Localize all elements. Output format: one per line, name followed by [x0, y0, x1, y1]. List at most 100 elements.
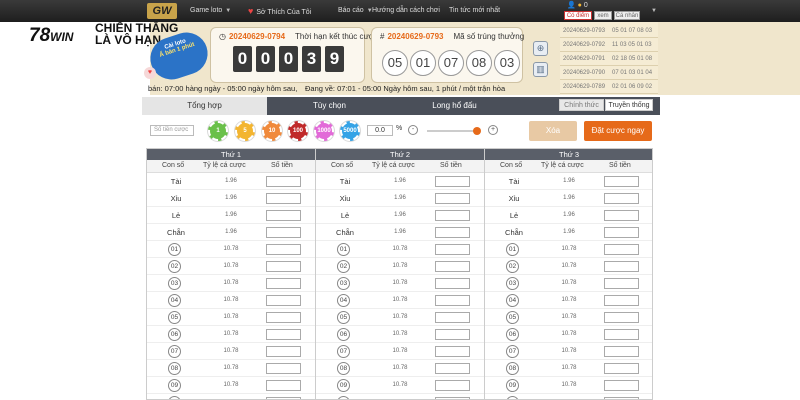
bet-amount-field[interactable] [266, 261, 301, 272]
bet-amount-field[interactable] [435, 227, 470, 238]
number-ball[interactable]: 05 [168, 311, 181, 324]
number-ball[interactable]: 05 [337, 311, 350, 324]
bet-amount-field[interactable] [435, 312, 470, 323]
number-ball[interactable]: 07 [506, 345, 519, 358]
bet-amount-field[interactable] [604, 261, 639, 272]
number-ball[interactable]: 06 [337, 328, 350, 341]
bet-amount-field[interactable] [266, 312, 301, 323]
bet-amount-field[interactable] [604, 312, 639, 323]
number-ball[interactable]: 01 [168, 243, 181, 256]
app-logo[interactable]: GW [147, 3, 177, 19]
bet-amount-field[interactable] [604, 244, 639, 255]
rebate-percent-input[interactable]: 0.0 [367, 125, 393, 136]
number-ball[interactable]: 09 [168, 379, 181, 392]
bet-amount-field[interactable] [435, 210, 470, 221]
number-ball[interactable]: 10 [168, 396, 181, 399]
nav-news[interactable]: Tin tức mới nhất [449, 0, 500, 22]
mode-personal-button[interactable]: Cá nhân [614, 11, 640, 20]
bet-amount-field[interactable] [435, 380, 470, 391]
bet-amount-field[interactable] [435, 193, 470, 204]
number-ball[interactable]: 02 [506, 260, 519, 273]
bet-amount-field[interactable] [604, 380, 639, 391]
place-bet-button[interactable]: Đặt cược ngay [584, 121, 652, 141]
bet-amount-field[interactable] [266, 244, 301, 255]
bet-option-label[interactable]: Xỉu [165, 190, 187, 207]
bet-option-label[interactable]: Tài [503, 173, 525, 190]
bet-option-label[interactable]: Tài [334, 173, 356, 190]
chip-5[interactable]: 5 [235, 121, 255, 141]
mode-view-button[interactable]: xem [594, 11, 612, 20]
favorite-heart-icon[interactable]: ♥ [144, 67, 156, 79]
rebate-slider[interactable] [427, 127, 481, 135]
number-ball[interactable]: 07 [337, 345, 350, 358]
bet-amount-field[interactable] [604, 193, 639, 204]
globe-icon[interactable]: ⊕ [533, 41, 548, 56]
number-ball[interactable]: 09 [337, 379, 350, 392]
chip-1000[interactable]: 1000 [314, 121, 334, 141]
bet-amount-field[interactable] [266, 210, 301, 221]
bet-amount-field[interactable] [266, 278, 301, 289]
bet-option-label[interactable]: Tài [165, 173, 187, 190]
bet-amount-field[interactable] [266, 193, 301, 204]
number-ball[interactable]: 01 [506, 243, 519, 256]
bet-amount-field[interactable] [435, 295, 470, 306]
bet-option-label[interactable]: Xỉu [334, 190, 356, 207]
bet-amount-field[interactable] [266, 346, 301, 357]
bet-amount-field[interactable] [266, 227, 301, 238]
bet-amount-field[interactable] [604, 295, 639, 306]
view-traditional-button[interactable]: Truyền thống [605, 99, 653, 111]
bet-amount-field[interactable] [266, 329, 301, 340]
bet-amount-field[interactable] [435, 346, 470, 357]
number-ball[interactable]: 07 [168, 345, 181, 358]
bet-amount-field[interactable] [604, 363, 639, 374]
plus-button[interactable]: + [488, 125, 498, 135]
number-ball[interactable]: 04 [168, 294, 181, 307]
view-official-button[interactable]: Chính thức [559, 99, 604, 111]
number-ball[interactable]: 01 [337, 243, 350, 256]
number-ball[interactable]: 04 [337, 294, 350, 307]
chip-5000[interactable]: 5000 [340, 121, 360, 141]
clear-button[interactable]: Xóa [529, 121, 577, 141]
chip-1[interactable]: 1 [208, 121, 228, 141]
bet-amount-field[interactable] [435, 363, 470, 374]
chip-100[interactable]: 100 [288, 121, 308, 141]
number-ball[interactable]: 09 [506, 379, 519, 392]
number-ball[interactable]: 03 [168, 277, 181, 290]
number-ball[interactable]: 03 [506, 277, 519, 290]
bet-option-label[interactable]: Chẵn [503, 224, 525, 241]
chart-icon[interactable]: ▥ [533, 62, 548, 77]
bet-option-label[interactable]: Xỉu [503, 190, 525, 207]
bet-amount-field[interactable] [266, 176, 301, 187]
bet-amount-field[interactable] [435, 244, 470, 255]
bet-option-label[interactable]: Lẻ [503, 207, 525, 224]
tab-tuy-chon[interactable]: Tùy chọn [267, 97, 392, 115]
tab-long-ho-dau[interactable]: Long hổ đấu [392, 97, 517, 115]
nav-game-loto[interactable]: Game loto ▼ [190, 0, 231, 22]
bet-option-label[interactable]: Lẻ [334, 207, 356, 224]
bet-amount-field[interactable] [266, 380, 301, 391]
nav-favorites[interactable]: ♥ Sở Thích Của Tôi [248, 0, 311, 22]
bet-amount-field[interactable] [604, 176, 639, 187]
bet-amount-field[interactable] [604, 210, 639, 221]
number-ball[interactable]: 04 [506, 294, 519, 307]
bet-amount-field[interactable] [604, 329, 639, 340]
bet-amount-field[interactable] [435, 261, 470, 272]
nav-how-to-play[interactable]: Hướng dẫn cách chơi [372, 0, 440, 22]
chip-10[interactable]: 10 [262, 121, 282, 141]
number-ball[interactable]: 02 [337, 260, 350, 273]
number-ball[interactable]: 05 [506, 311, 519, 324]
bet-amount-input[interactable]: Số tiền cược [150, 125, 194, 136]
number-ball[interactable]: 06 [506, 328, 519, 341]
bet-amount-field[interactable] [266, 363, 301, 374]
number-ball[interactable]: 03 [337, 277, 350, 290]
account-menu[interactable]: ▼ [648, 0, 657, 22]
tab-tong-hop[interactable]: Tổng hợp [142, 97, 267, 115]
bet-amount-field[interactable] [604, 278, 639, 289]
number-ball[interactable]: 08 [337, 362, 350, 375]
number-ball[interactable]: 10 [337, 396, 350, 399]
number-ball[interactable]: 06 [168, 328, 181, 341]
bet-amount-field[interactable] [435, 278, 470, 289]
bet-amount-field[interactable] [604, 227, 639, 238]
number-ball[interactable]: 02 [168, 260, 181, 273]
bet-option-label[interactable]: Chẵn [165, 224, 187, 241]
